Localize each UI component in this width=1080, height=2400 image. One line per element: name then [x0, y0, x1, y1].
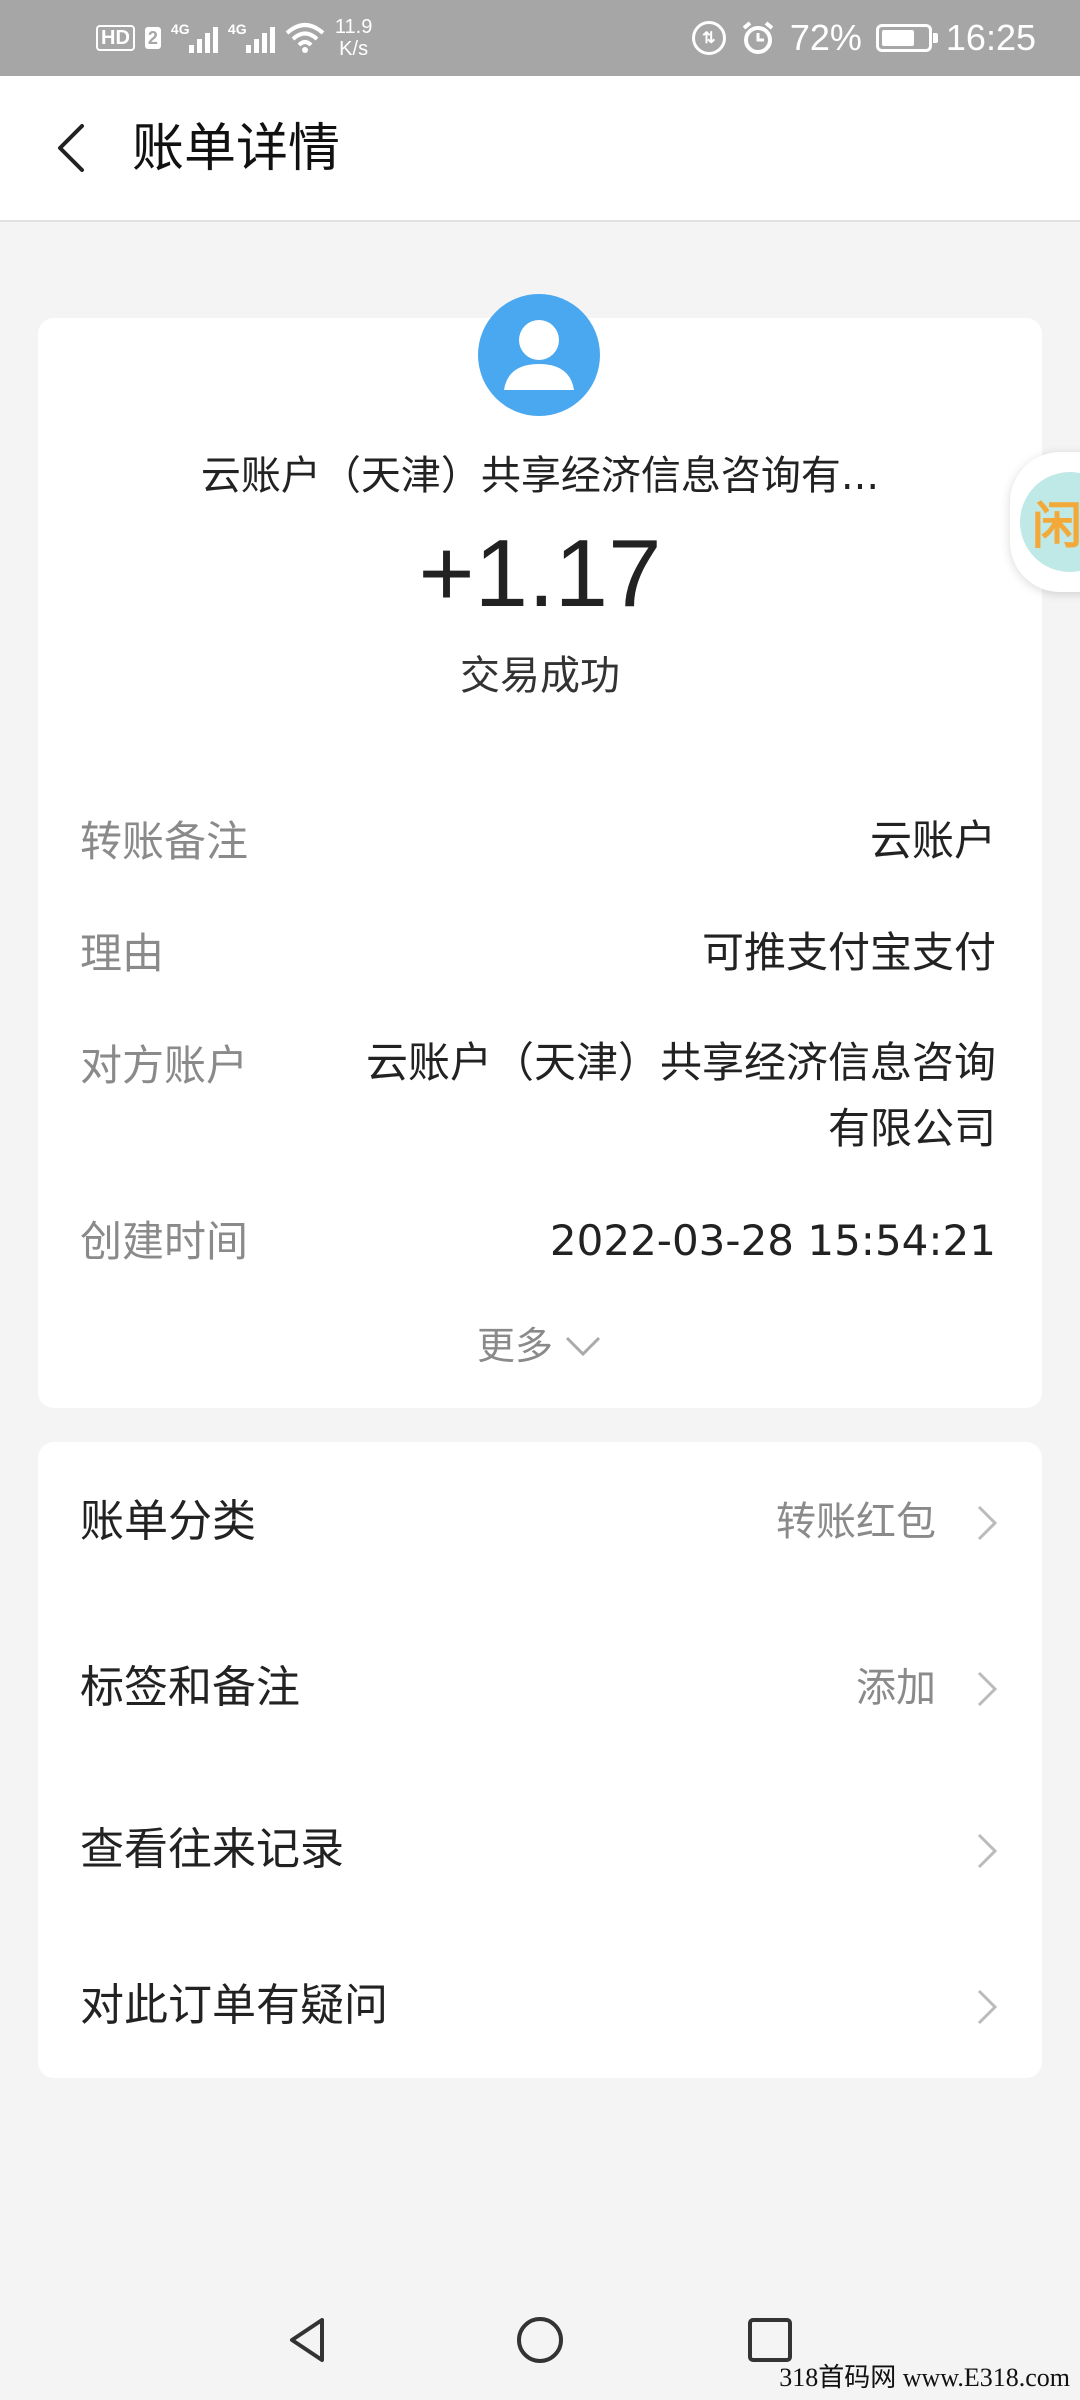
hd-icon: HD	[96, 25, 135, 51]
menu-item-order-question[interactable]: 对此订单有疑问	[38, 1946, 1042, 2066]
network-type-label-2: 4G	[227, 21, 247, 37]
transaction-card: 云账户（天津）共享经济信息咨询有... +1.17 交易成功 转账备注 云账户 …	[38, 294, 1042, 1408]
detail-value-remark: 云账户	[869, 816, 996, 865]
detail-value-created-time: 2022-03-28 15:54:21	[549, 1216, 996, 1265]
detail-label-counterparty: 对方账户	[80, 1041, 249, 1090]
chevron-right-icon	[977, 1505, 998, 1541]
detail-label-reason: 理由	[80, 929, 165, 978]
floating-side-badge[interactable]: 闲	[1010, 452, 1080, 592]
payee-name: 云账户（天津）共享经济信息咨询有...	[200, 453, 880, 499]
status-bar-left: HD 2 4G 4G 11.9 K/s	[96, 14, 372, 62]
menu-item-value: 添加	[856, 1665, 936, 1711]
menu-item-label: 查看往来记录	[80, 1824, 344, 1875]
menu-item-label: 账单分类	[80, 1496, 256, 1547]
data-saver-icon: ⇅	[691, 21, 726, 55]
menu-item-label: 对此订单有疑问	[80, 1980, 388, 2031]
alarm-icon	[742, 21, 774, 54]
transaction-status: 交易成功	[460, 653, 620, 699]
menu-item-transaction-history[interactable]: 查看往来记录	[38, 1790, 1042, 1910]
menu-item-value: 转账红包	[776, 1499, 936, 1545]
network-speed-unit: K/s	[339, 38, 369, 60]
wifi-icon	[285, 23, 325, 53]
more-label: 更多	[476, 1324, 553, 1368]
app-header: 账单详情	[0, 76, 1080, 222]
menu-item-tags-notes[interactable]: 标签和备注 添加	[38, 1628, 1042, 1748]
network-speed-value: 11.9	[334, 16, 373, 38]
signal-icon-2: 4G	[227, 21, 275, 53]
detail-label-created-time: 创建时间	[80, 1217, 249, 1266]
chevron-right-icon	[977, 1989, 998, 2025]
detail-value-reason: 可推支付宝支付	[701, 928, 996, 977]
page-title: 账单详情	[132, 119, 341, 179]
nav-home-button[interactable]	[514, 2314, 566, 2366]
back-button[interactable]	[46, 120, 102, 176]
chevron-right-icon	[977, 1833, 998, 1869]
watermark: 318首码网 www.E318.com	[779, 2363, 1070, 2392]
network-type-label: 4G	[170, 21, 190, 37]
floating-badge-icon: 闲	[1020, 472, 1080, 572]
counterparty-line-2: 有限公司	[827, 1104, 996, 1153]
status-bar: HD 2 4G 4G 11.9 K/s ⇅ 72% 16:25	[0, 0, 1080, 76]
battery-percent: 72%	[789, 17, 862, 58]
clock: 16:25	[945, 17, 1036, 58]
nav-back-button[interactable]	[282, 2314, 334, 2366]
battery-icon	[875, 24, 938, 52]
actions-card: 账单分类 转账红包 标签和备注 添加 查看往来记录 对此订单有疑问	[38, 1442, 1042, 2078]
chevron-down-icon	[565, 1336, 601, 1357]
counterparty-line-1: 云账户（天津）共享经济信息咨询	[365, 1038, 996, 1087]
user-avatar-icon	[478, 294, 600, 416]
chevron-right-icon	[977, 1671, 998, 1707]
detail-label-remark: 转账备注	[80, 817, 249, 866]
more-button[interactable]: 更多	[38, 1318, 1042, 1374]
network-speed: 11.9 K/s	[335, 16, 372, 60]
signal-icon: 4G	[170, 21, 218, 53]
status-bar-right: ⇅ 72% 16:25	[691, 14, 1036, 62]
menu-item-bill-category[interactable]: 账单分类 转账红包	[38, 1462, 1042, 1582]
transaction-amount: +1.17	[418, 520, 662, 627]
detail-value-counterparty: 云账户（天津）共享经济信息咨询 有限公司	[366, 1030, 996, 1162]
menu-item-label: 标签和备注	[80, 1662, 300, 1713]
system-nav-bar: 318首码网 www.E318.com	[0, 2280, 1080, 2400]
sim-indicator: 2	[144, 27, 161, 49]
